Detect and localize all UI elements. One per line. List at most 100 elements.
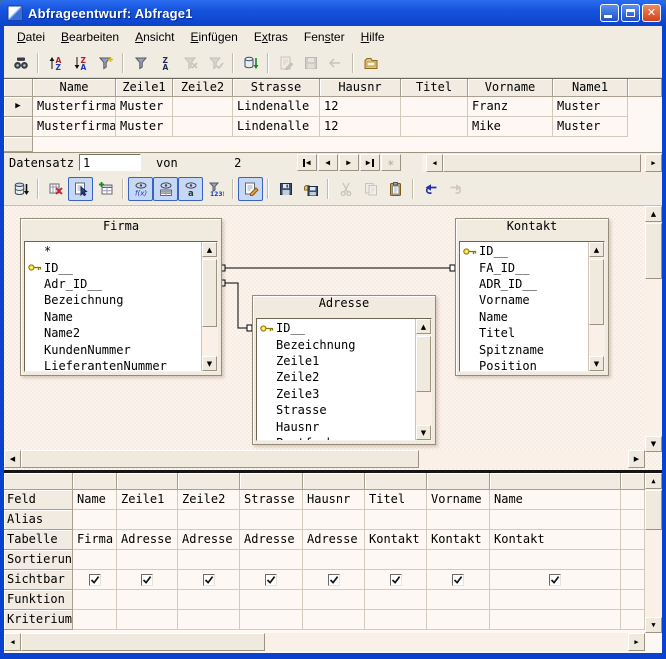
visible-checkbox[interactable] [549,574,561,586]
sort-descending-button[interactable]: ZA [68,51,93,75]
field-item[interactable]: Adr_ID__ [25,276,201,292]
scroll-right-icon[interactable] [628,633,645,651]
grid-cell[interactable]: Adresse [240,530,303,550]
menu-extras[interactable]: Extras [246,28,296,46]
field-item[interactable]: ID__ [460,243,588,259]
add-table-button[interactable] [93,177,118,201]
table-panel-title[interactable]: Firma [21,219,221,240]
field-item[interactable]: Position [460,358,588,371]
scroll-up-icon[interactable] [645,206,662,222]
scroll-up-icon[interactable] [416,319,431,334]
grid-cell[interactable]: Name [490,490,621,510]
visible-checkbox[interactable] [265,574,277,586]
design-mode-button[interactable] [68,177,93,201]
standard-filter-button[interactable] [128,51,153,75]
run-query-button[interactable] [8,177,33,201]
scroll-down-icon[interactable] [589,356,604,371]
scroll-down-icon[interactable] [202,356,217,371]
edit-query-button[interactable] [238,177,263,201]
cell[interactable]: Musterfirma [33,117,116,137]
grid-cell[interactable] [73,590,117,610]
grid-cell[interactable] [73,570,117,590]
field-item[interactable]: Bezeichnung [257,336,415,352]
visible-checkbox[interactable] [328,574,340,586]
table-panel-title[interactable]: Adresse [253,296,435,317]
last-record-button[interactable] [360,154,380,171]
scroll-track[interactable] [419,450,628,468]
scroll-down-icon[interactable] [645,436,662,452]
field-item[interactable]: ID__ [25,259,201,275]
grid-cell[interactable]: Kontakt [490,530,621,550]
previous-record-button[interactable] [318,154,338,171]
cell[interactable]: Muster [553,97,628,117]
table-panel-title[interactable]: Kontakt [456,219,608,240]
grid-cell[interactable] [303,550,365,570]
cell[interactable]: Muster [553,117,628,137]
column-header-zeile1[interactable]: Zeile1 [116,79,173,97]
scroll-up-icon[interactable] [202,242,217,257]
visible-checkbox[interactable] [89,574,101,586]
grid-cell[interactable] [303,570,365,590]
grid-cell[interactable] [73,510,117,530]
field-item[interactable]: Name [25,309,201,325]
cell[interactable] [401,117,468,137]
scroll-track[interactable] [265,633,628,651]
row-selector[interactable] [4,117,33,137]
column-header-vorname[interactable]: Vorname [468,79,553,97]
grid-cell[interactable] [117,610,178,630]
scroll-thumb[interactable] [443,154,641,172]
cell[interactable]: Lindenalle [233,97,320,117]
grid-column-header[interactable] [178,473,240,490]
find-button[interactable] [8,51,33,75]
cell[interactable]: Lindenalle [233,117,320,137]
column-header-hausnr[interactable]: Hausnr [320,79,401,97]
scroll-thumb[interactable] [645,223,662,279]
next-record-button[interactable] [339,154,359,171]
view-functions-button[interactable]: f(x) [128,177,153,201]
scroll-thumb[interactable] [21,633,265,651]
field-item[interactable]: Hausnr [257,418,415,434]
field-item[interactable]: Titel [460,325,588,341]
grid-column-header[interactable] [427,473,490,490]
grid-cell[interactable] [178,590,240,610]
view-alias-button[interactable]: a [178,177,203,201]
grid-cell[interactable]: Kontakt [427,530,490,550]
grid-cell[interactable] [117,510,178,530]
field-item[interactable]: Zeile3 [257,386,415,402]
grid-cell[interactable] [427,550,490,570]
grid-cell[interactable] [240,570,303,590]
grid-column-header[interactable] [365,473,427,490]
field-item[interactable]: Strasse [257,402,415,418]
field-item[interactable]: Zeile2 [257,369,415,385]
grid-cell[interactable] [117,570,178,590]
sort-ascending-button[interactable]: AZ [43,51,68,75]
grid-cell[interactable]: Strasse [240,490,303,510]
record-number-input[interactable] [79,154,141,171]
grid-cell[interactable] [427,590,490,610]
grid-cell[interactable]: Titel [365,490,427,510]
grid-column-header[interactable] [240,473,303,490]
field-item[interactable]: * [25,243,201,259]
grid-cell[interactable] [490,590,621,610]
field-item[interactable]: FA_ID__ [460,259,588,275]
grid-cell[interactable] [365,590,427,610]
undo-button[interactable] [418,177,443,201]
scroll-down-icon[interactable] [416,425,431,440]
scroll-thumb[interactable] [589,259,604,325]
field-item[interactable]: ADR_ID__ [460,276,588,292]
cell[interactable]: 12 [320,117,401,137]
maximize-button[interactable] [621,4,640,22]
visible-checkbox[interactable] [452,574,464,586]
grid-column-header[interactable] [73,473,117,490]
grid-cell[interactable] [303,590,365,610]
cell[interactable] [173,117,233,137]
column-header-strasse[interactable]: Strasse [233,79,320,97]
cell[interactable]: 12 [320,97,401,117]
grid-cell[interactable] [178,610,240,630]
field-item[interactable]: Name [460,309,588,325]
menu-fenster[interactable]: Fenster [296,28,353,46]
refresh-data-button[interactable] [238,51,263,75]
paste-button[interactable] [383,177,408,201]
menu-ansicht[interactable]: Ansicht [127,28,182,46]
cell[interactable]: Mike [468,117,553,137]
